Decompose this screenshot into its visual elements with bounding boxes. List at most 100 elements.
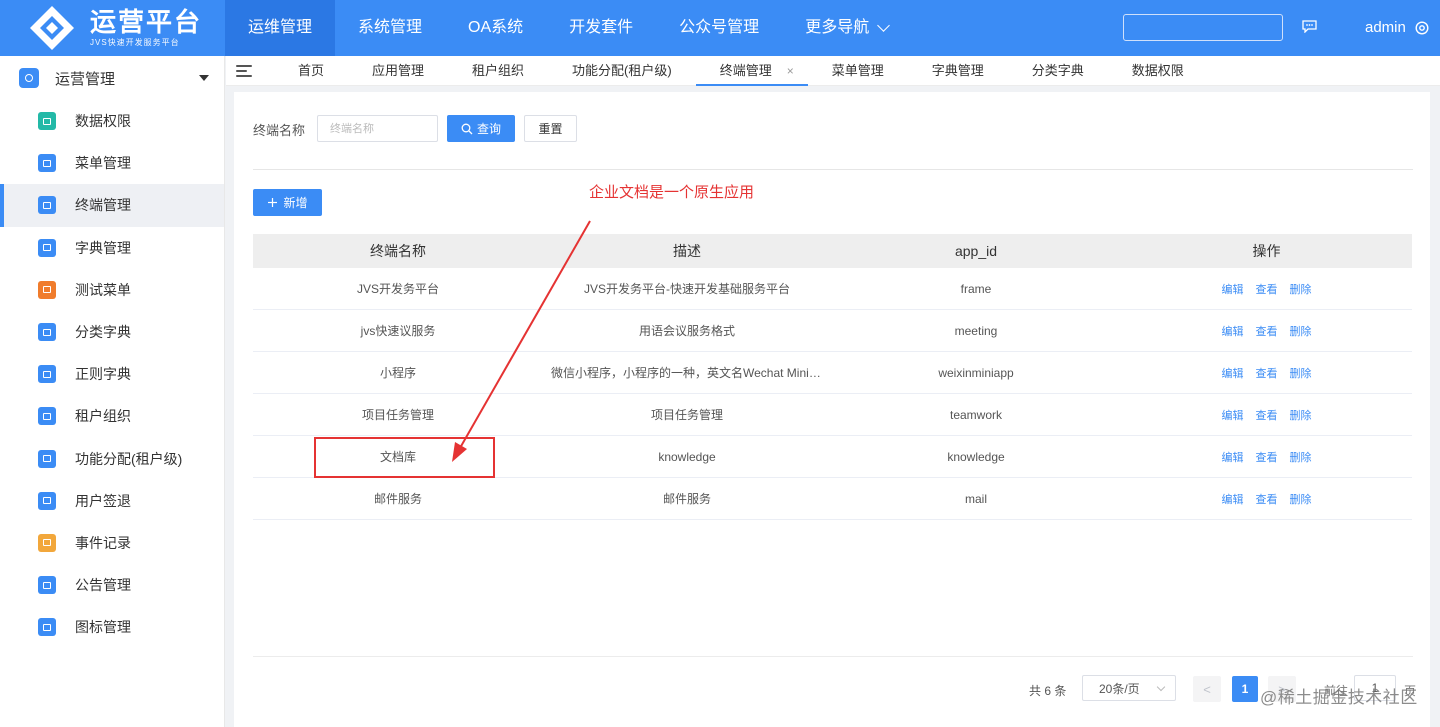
- delete-link[interactable]: 删除: [1290, 281, 1312, 297]
- chevron-down-icon: [877, 19, 891, 32]
- tab-item[interactable]: 首页: [274, 56, 348, 86]
- delete-link[interactable]: 删除: [1290, 449, 1312, 465]
- table-row: JVS开发务平台 JVS开发务平台-快速开发基础服务平台 frame 编辑 查看 删除: [253, 268, 1412, 310]
- cell-desc: 邮件服务: [662, 492, 711, 506]
- view-link[interactable]: 查看: [1256, 365, 1278, 381]
- topnav-label: OA系统: [468, 19, 524, 36]
- topnav-system[interactable]: 系统管理: [335, 0, 445, 56]
- chart-icon: [38, 323, 56, 342]
- view-link[interactable]: 查看: [1256, 407, 1278, 423]
- tab-label: 字典管理: [931, 62, 984, 78]
- delete-link[interactable]: 删除: [1290, 407, 1312, 423]
- topnav-more[interactable]: 更多导航: [782, 0, 911, 56]
- globe-icon: [38, 365, 56, 384]
- view-link[interactable]: 查看: [1256, 491, 1278, 507]
- cell-desc: 用语会议服务格式: [638, 324, 735, 338]
- topnav-devkit[interactable]: 开发套件: [546, 0, 656, 56]
- top-search-input[interactable]: [1123, 14, 1283, 41]
- table-body: JVS开发务平台 JVS开发务平台-快速开发基础服务平台 frame 编辑 查看 删除 jv…: [253, 268, 1412, 520]
- sidebar-item-label: 菜单管理: [75, 155, 131, 172]
- gear-icon[interactable]: [1414, 20, 1430, 36]
- tab-item[interactable]: 分类字典: [1008, 56, 1108, 86]
- sidebar-item-label: 公告管理: [75, 577, 131, 594]
- tab-item[interactable]: 应用管理: [348, 56, 448, 86]
- sidebar-group-title: 运营管理: [55, 70, 116, 88]
- message-icon[interactable]: [1302, 20, 1317, 33]
- view-link[interactable]: 查看: [1256, 281, 1278, 297]
- page-number-1[interactable]: 1: [1232, 676, 1258, 702]
- logout-icon: [38, 491, 56, 510]
- cell-desc: 项目任务管理: [650, 408, 723, 422]
- logo-subtitle: JVS快速开发服务平台: [90, 38, 180, 47]
- tab-item[interactable]: 功能分配(租户级): [548, 56, 696, 86]
- sidebar-item[interactable]: 用户签退: [0, 480, 224, 522]
- function-icon: [38, 449, 56, 468]
- table-row: 邮件服务 邮件服务 mail 编辑 查看 删除: [253, 478, 1412, 520]
- edit-link[interactable]: 编辑: [1222, 449, 1244, 465]
- caret-down-icon: [199, 75, 209, 81]
- annotation-text: 企业文档是一个原生应用: [589, 184, 755, 201]
- tab-item[interactable]: 字典管理: [908, 56, 1008, 86]
- cell-appid: weixinminiapp: [938, 365, 1014, 380]
- tab-list: 首页 应用管理 租户组织 功能分配(租户级) 终端管理 × 菜单管理 字典管理 分类字典 数据权限: [274, 56, 1208, 86]
- tab-item[interactable]: 终端管理 ×: [695, 56, 808, 86]
- add-button[interactable]: 新增: [253, 189, 322, 216]
- sidebar-item[interactable]: 测试菜单: [0, 269, 224, 311]
- sidebar-item-label: 功能分配(租户级): [75, 450, 183, 467]
- view-link[interactable]: 查看: [1256, 449, 1278, 465]
- query-label: 查询: [476, 122, 501, 136]
- sidebar-item-label: 分类字典: [75, 324, 131, 341]
- page-size-select[interactable]: 20条/页: [1082, 675, 1176, 701]
- sidebar-item[interactable]: 正则字典: [0, 353, 224, 395]
- search-icon: [461, 123, 473, 134]
- edit-link[interactable]: 编辑: [1222, 323, 1244, 339]
- view-link[interactable]: 查看: [1256, 323, 1278, 339]
- topnav-official-account[interactable]: 公众号管理: [656, 0, 782, 56]
- database-icon: [38, 112, 56, 131]
- hamburger-icon[interactable]: [236, 64, 252, 77]
- sidebar-item[interactable]: 数据权限: [0, 100, 224, 142]
- tab-item[interactable]: 租户组织: [448, 56, 548, 86]
- cell-actions: 编辑 查看 删除: [1121, 365, 1412, 381]
- cell-name: 邮件服务: [373, 492, 422, 506]
- terminal-name-input[interactable]: [317, 115, 438, 142]
- tab-item[interactable]: 数据权限: [1108, 56, 1208, 86]
- user-name[interactable]: admin: [1365, 19, 1406, 36]
- edit-link[interactable]: 编辑: [1222, 281, 1244, 297]
- logo-title: 运营平台: [90, 7, 203, 37]
- cell-actions: 编辑 查看 删除: [1121, 449, 1412, 465]
- menu-icon: [38, 154, 56, 173]
- sidebar-item[interactable]: 终端管理: [0, 184, 224, 227]
- sidebar-item[interactable]: 字典管理: [0, 227, 224, 269]
- divider: [253, 169, 1413, 170]
- query-button[interactable]: 查询: [447, 115, 515, 142]
- sidebar-item[interactable]: 事件记录: [0, 522, 224, 564]
- logo[interactable]: 运营平台 JVS快速开发服务平台: [0, 0, 225, 56]
- edit-link[interactable]: 编辑: [1222, 365, 1244, 381]
- edit-link[interactable]: 编辑: [1222, 407, 1244, 423]
- tab-item[interactable]: 菜单管理: [808, 56, 908, 86]
- sidebar-item[interactable]: 功能分配(租户级): [0, 438, 224, 480]
- topnav-oa[interactable]: OA系统: [445, 0, 546, 56]
- tab-label: 功能分配(租户级): [572, 62, 672, 78]
- sidebar-item[interactable]: 租户组织: [0, 395, 224, 437]
- sidebar-item[interactable]: 菜单管理: [0, 142, 224, 184]
- col-header-desc: 描述: [673, 243, 701, 259]
- icon-manage-icon: [38, 618, 56, 637]
- sidebar-item[interactable]: 分类字典: [0, 311, 224, 353]
- topnav-ops[interactable]: 运维管理: [225, 0, 336, 56]
- terminal-icon: [38, 196, 56, 215]
- close-icon[interactable]: ×: [787, 56, 794, 86]
- delete-link[interactable]: 删除: [1290, 491, 1312, 507]
- chevron-down-icon: [1156, 682, 1166, 692]
- edit-link[interactable]: 编辑: [1222, 491, 1244, 507]
- table-row: jvs快速议服务 用语会议服务格式 meeting 编辑 查看 删除: [253, 310, 1412, 352]
- sidebar-item-label: 租户组织: [75, 408, 131, 425]
- delete-link[interactable]: 删除: [1290, 365, 1312, 381]
- sidebar-item[interactable]: 公告管理: [0, 564, 224, 606]
- sidebar-group-header[interactable]: 运营管理: [0, 56, 224, 100]
- delete-link[interactable]: 删除: [1290, 323, 1312, 339]
- sidebar-item[interactable]: 图标管理: [0, 606, 224, 648]
- prev-page-button[interactable]: <: [1193, 676, 1221, 702]
- reset-button[interactable]: 重置: [524, 115, 577, 142]
